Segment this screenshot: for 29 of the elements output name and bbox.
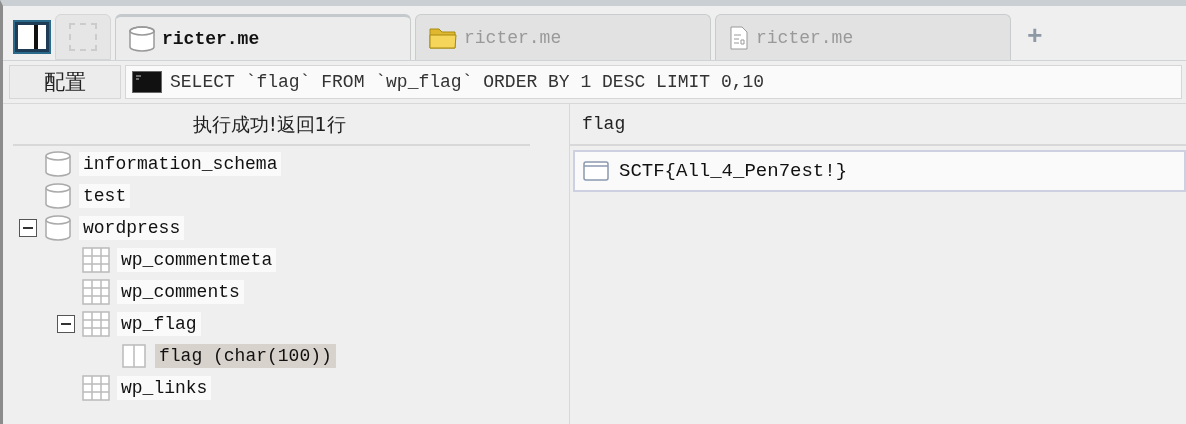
tree-item[interactable]: information_schema [79,152,282,176]
database-icon [43,150,73,178]
window-icon [583,160,609,182]
config-button[interactable]: 配置 [9,65,121,99]
database-icon [128,25,156,52]
status-text: 执行成功!返回1行 [13,104,530,146]
column-icon [119,342,149,370]
tree-item[interactable]: test [79,184,131,208]
collapse-icon[interactable] [57,315,75,333]
database-icon [43,214,73,242]
tree-item[interactable]: wp_comments [117,280,244,304]
table-icon [81,310,111,338]
tree-item[interactable]: wp_commentmeta [117,248,277,272]
database-icon [43,182,73,210]
document-icon [728,24,750,51]
tree-item[interactable]: wp_flag [117,312,201,336]
collapse-icon[interactable] [19,219,37,237]
terminal-icon [132,71,162,93]
table-icon [81,246,111,274]
query-field[interactable]: SELECT `flag` FROM `wp_flag` ORDER BY 1 DESC LIMIT 0,10 [125,65,1182,99]
tree-item[interactable]: wp_links [117,376,212,400]
table-icon [81,278,111,306]
table-icon [81,374,111,402]
tab[interactable]: ricter.me [115,14,411,60]
tree-item[interactable]: wordpress [79,216,185,240]
tree-item[interactable]: flag (char(100)) [155,344,336,368]
table-cell: SCTF{All_4_Pen7est!} [619,160,848,182]
column-header: flag [582,114,626,134]
panel-toggle-button[interactable] [13,20,51,54]
